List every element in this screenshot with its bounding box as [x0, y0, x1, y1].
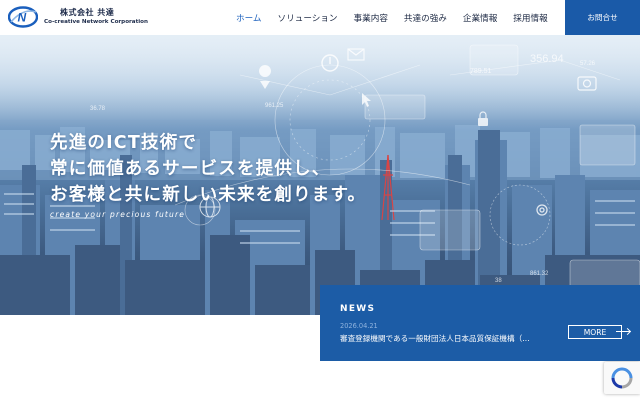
- main-nav: ホーム ソリューション 事業内容 共達の強み 企業情報 採用情報: [236, 0, 564, 35]
- site-logo[interactable]: N 株式会社 共達 Co-creative Network Corporatio…: [7, 6, 148, 28]
- recaptcha-icon: [611, 367, 633, 389]
- overlay-number-5: 861.32: [530, 271, 549, 277]
- recaptcha-badge[interactable]: [604, 362, 640, 394]
- contact-button[interactable]: お問合せ: [565, 0, 640, 35]
- nav-item-recruit[interactable]: 採用情報: [513, 12, 547, 24]
- overlay-number-4: 57.26: [580, 61, 596, 67]
- nav-item-solutions[interactable]: ソリューション: [278, 12, 338, 24]
- news-date: 2026.04.21: [340, 322, 378, 330]
- logo-icon: N: [7, 6, 39, 28]
- company-name-en: Co-creative Network Corporation: [44, 18, 148, 25]
- hero-heading-line-1: 先進のICT技術で: [50, 133, 198, 153]
- nav-item-home[interactable]: ホーム: [236, 12, 262, 24]
- overlay-number-3: 36.78: [90, 106, 106, 112]
- more-button[interactable]: MORE: [568, 325, 622, 339]
- nav-item-strengths[interactable]: 共達の強み: [404, 12, 447, 24]
- overlay-number-2: 789.51: [470, 68, 492, 75]
- overlay-number-6: 38: [495, 278, 502, 284]
- arrow-right-icon: [616, 331, 630, 332]
- svg-text:N: N: [18, 11, 27, 25]
- company-name-jp: 株式会社 共達: [60, 7, 115, 17]
- hero-heading-line-3: お客様と共に新しい未来を創ります。: [50, 185, 367, 205]
- overlay-number-1: 356.94: [530, 53, 564, 65]
- hero-heading-line-2: 常に価値あるサービスを提供し、: [50, 159, 331, 179]
- hero-subtitle: create your precious future: [50, 210, 186, 219]
- news-panel: NEWS 2026.04.21 審査登録機関である一般財団法人日本品質保証機構（…: [320, 285, 640, 361]
- overlay-number-7: 961.25: [265, 103, 284, 109]
- nav-item-business[interactable]: 事業内容: [354, 12, 388, 24]
- site-header: N 株式会社 共達 Co-creative Network Corporatio…: [0, 0, 640, 35]
- news-headline-link[interactable]: 審査登録機関である一般財団法人日本品質保証機構（…: [340, 333, 544, 344]
- news-title: NEWS: [340, 304, 376, 314]
- nav-item-company[interactable]: 企業情報: [463, 12, 497, 24]
- hero-copy: 先進のICT技術で 常に価値あるサービスを提供し、 お客様と共に新しい未来を創り…: [50, 130, 366, 208]
- hero-section: 356.94 789.51 36.78 57.26 861.32 38 961.…: [0, 35, 640, 315]
